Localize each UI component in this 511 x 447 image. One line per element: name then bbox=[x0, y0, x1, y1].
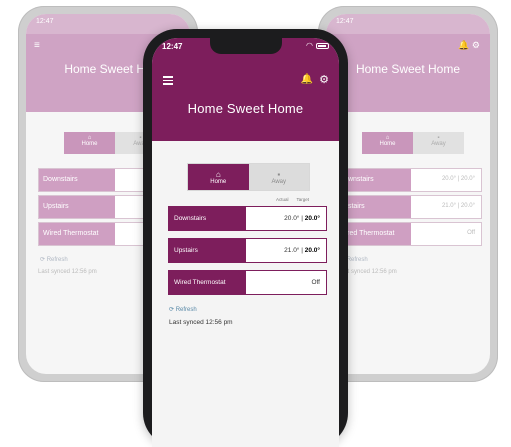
app-title: Home Sweet Home bbox=[187, 101, 304, 116]
zone-name: Upstairs bbox=[169, 239, 246, 262]
briefcase-icon: ▪ bbox=[277, 169, 281, 179]
zone-name: Downstairs bbox=[169, 207, 246, 230]
zone-state: Off bbox=[311, 279, 320, 286]
bg-status-time: 12:47 bbox=[36, 18, 54, 25]
bg-away-tab: ▪ Away bbox=[413, 132, 464, 154]
target-column-header: Target bbox=[296, 197, 309, 202]
refresh-link[interactable]: ⟳ Refresh bbox=[169, 306, 197, 313]
front-phone: 12:47 ◠ 🔔 ⚙ Home Sweet Home ⌂ Home ▪ Awa… bbox=[143, 29, 348, 447]
bg-bell-gear-icons: 🔔 ⚙ bbox=[458, 40, 480, 50]
home-away-toggle: ⌂ Home ▪ Away bbox=[187, 163, 310, 191]
bg-zone-row: Wired Thermostat Off bbox=[334, 222, 482, 246]
bg-home-tab: ⌂ Home bbox=[362, 132, 413, 154]
zone-actual-temp: 21.0° bbox=[284, 247, 300, 254]
refresh-label: Refresh bbox=[175, 307, 197, 313]
away-mode-label: Away bbox=[271, 178, 287, 185]
home-mode-label: Home bbox=[210, 178, 227, 185]
away-mode-button[interactable]: ▪ Away bbox=[248, 164, 309, 190]
wifi-icon: ◠ bbox=[306, 41, 313, 50]
zone-target-temp: 20.0° bbox=[304, 247, 320, 254]
bg-mode-toggle: ⌂ Home ▪ Away bbox=[362, 132, 464, 154]
menu-icon[interactable] bbox=[163, 76, 173, 85]
zone-row-upstairs[interactable]: Upstairs 21.0° | 20.0° bbox=[168, 238, 327, 263]
zone-temperatures: 20.0° | 20.0° bbox=[284, 215, 320, 222]
bg-home-tab: ⌂ Home bbox=[64, 132, 115, 154]
status-indicators: ◠ bbox=[306, 41, 329, 50]
zone-actual-temp: 20.0° bbox=[284, 215, 300, 222]
actual-column-header: Actual bbox=[275, 197, 289, 202]
column-headers: Actual Target bbox=[276, 197, 309, 202]
zone-temperatures: 21.0° | 20.0° bbox=[284, 247, 320, 254]
battery-icon bbox=[316, 42, 329, 49]
bg-menu-icon: ≡ bbox=[34, 40, 40, 51]
bg-zone-row: Downstairs 20.0° | 20.0° bbox=[334, 168, 482, 192]
bg-status-bar: 12:47 bbox=[326, 14, 490, 34]
bell-icon[interactable]: 🔔 bbox=[301, 74, 313, 85]
home-mode-button[interactable]: ⌂ Home bbox=[188, 164, 249, 190]
gear-icon[interactable]: ⚙ bbox=[319, 73, 329, 86]
status-time: 12:47 bbox=[162, 42, 183, 51]
zone-row-downstairs[interactable]: Downstairs 20.0° | 20.0° bbox=[168, 206, 327, 231]
zone-name: Wired Thermostat bbox=[169, 271, 246, 294]
app-screen: 12:47 ◠ 🔔 ⚙ Home Sweet Home ⌂ Home ▪ Awa… bbox=[152, 38, 339, 447]
background-screen-right: 12:47 🔔 ⚙ Home Sweet Home ⌂ Home ▪ Away Do… bbox=[326, 14, 490, 374]
bg-zone-row: Upstairs 21.0° | 20.0° bbox=[334, 195, 482, 219]
refresh-icon: ⟳ bbox=[169, 307, 175, 313]
phone-notch bbox=[210, 38, 282, 54]
last-synced-text: Last synced 12:56 pm bbox=[169, 319, 233, 326]
bg-refresh-link: ⟳ Refresh bbox=[40, 257, 68, 263]
bg-last-synced: Last synced 12:56 pm bbox=[38, 269, 97, 275]
bg-app-header: 🔔 ⚙ Home Sweet Home bbox=[326, 34, 490, 112]
zone-target-temp: 20.0° bbox=[304, 215, 320, 222]
bg-app-title: Home Sweet Home bbox=[355, 62, 461, 76]
home-icon: ⌂ bbox=[215, 169, 221, 179]
zone-row-wired-thermostat[interactable]: Wired Thermostat Off bbox=[168, 270, 327, 295]
